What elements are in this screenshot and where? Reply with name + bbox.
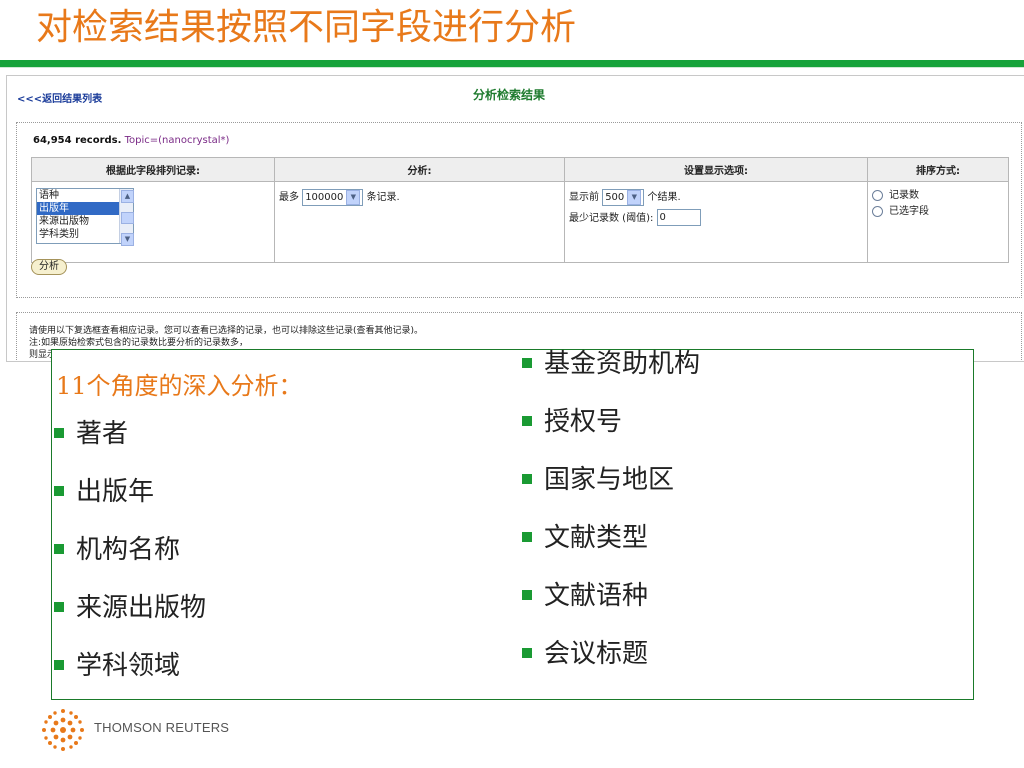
square-bullet-icon [522, 473, 532, 484]
min-records-label: 最少记录数 (阈值): [569, 212, 654, 224]
header-sort-by: 排序方式: [867, 157, 1009, 182]
analyze-count-select[interactable]: 100000 ▼ [302, 188, 364, 206]
list-item-label: 著者 [76, 419, 129, 449]
analysis-page-title: 分析检索结果 [473, 88, 546, 102]
brand-name: THOMSON REUTERS [94, 720, 230, 735]
analyze-cell: 最多 100000 ▼ 条记录. [274, 181, 565, 263]
options-table: 根据此字段排列记录: 分析: 设置显示选项: 排序方式: 语种 出版年 来源出版… [31, 157, 1009, 263]
sort-cell: 记录数 已选字段 [867, 181, 1009, 263]
list-item: 机构名称 [54, 536, 206, 594]
sort-option-field[interactable]: 已选字段 [872, 204, 1004, 220]
square-bullet-icon [522, 415, 532, 426]
radio-icon[interactable] [872, 189, 883, 201]
analyze-button[interactable]: 分析 [31, 259, 67, 275]
field-cell: 语种 出版年 来源出版物 学科类别 ▲ ▼ [31, 181, 275, 263]
field-option-subject[interactable]: 学科类别 [37, 228, 119, 241]
square-bullet-icon [522, 647, 532, 658]
analyze-prefix: 最多 [279, 192, 299, 203]
square-bullet-icon [522, 357, 532, 368]
list-item-label: 出版年 [76, 477, 155, 507]
dimensions-heading: 11个角度的深入分析： [56, 372, 303, 400]
list-item-label: 基金资助机构 [544, 349, 701, 379]
list-item-label: 授权号 [544, 407, 623, 437]
thomson-reuters-logo-icon [42, 709, 84, 751]
chevron-down-icon[interactable]: ▼ [346, 189, 361, 205]
scroll-down-icon[interactable]: ▼ [121, 233, 134, 246]
radio-icon[interactable] [872, 205, 883, 217]
analysis-screenshot: <<<返回结果列表 分析检索结果 64,954 records. Topic=(… [6, 75, 1024, 362]
chevron-down-icon[interactable]: ▼ [627, 189, 642, 205]
square-bullet-icon [54, 427, 64, 438]
list-item: 学科领域 [54, 652, 206, 710]
square-bullet-icon [54, 543, 64, 554]
show-count-select[interactable]: 500 ▼ [602, 188, 645, 206]
scroll-thumb[interactable] [121, 212, 134, 224]
title-divider [0, 60, 1024, 67]
show-suffix: 个结果. [647, 192, 681, 203]
field-listbox[interactable]: 语种 出版年 来源出版物 学科类别 ▲ ▼ [36, 188, 134, 246]
analysis-dimensions-box: 11个角度的深入分析： 著者 出版年 机构名称 来源出版物 学科领域 基金资助机… [51, 349, 974, 700]
list-item-label: 学科领域 [76, 651, 181, 681]
header-rank-field: 根据此字段排列记录: [31, 157, 275, 182]
analyze-suffix: 条记录. [366, 192, 400, 203]
list-item-label: 来源出版物 [76, 593, 207, 623]
list-item: 授权号 [522, 408, 700, 466]
title-divider-shadow [0, 67, 1024, 68]
list-item: 会议标题 [522, 640, 700, 698]
header-analyze: 分析: [274, 157, 565, 182]
list-item-label: 文献语种 [544, 581, 649, 611]
listbox-scrollbar[interactable]: ▲ ▼ [119, 189, 134, 246]
square-bullet-icon [54, 659, 64, 670]
list-item: 文献语种 [522, 582, 700, 640]
note-line-2: 注:如果原始检索式包含的记录数比要分析的记录数多， [29, 338, 249, 348]
query-text: Topic=(nanocrystal*) [124, 135, 230, 146]
dimensions-list-right: 基金资助机构 授权号 国家与地区 文献类型 文献语种 会议标题 [522, 350, 700, 698]
display-options-cell: 显示前 500 ▼ 个结果. 最少记录数 (阈值): 0 [564, 181, 868, 263]
list-item: 著者 [54, 420, 206, 478]
analysis-options-panel: 64,954 records. Topic=(nanocrystal*) 根据此… [16, 122, 1022, 298]
show-prefix: 显示前 [569, 192, 599, 203]
square-bullet-icon [522, 589, 532, 600]
slide-title: 对检索结果按照不同字段进行分析 [36, 7, 577, 48]
header-display-options: 设置显示选项: [564, 157, 868, 182]
square-bullet-icon [54, 485, 64, 496]
field-option-language[interactable]: 语种 [37, 189, 119, 202]
sort-option-count[interactable]: 记录数 [872, 188, 1004, 204]
list-item: 出版年 [54, 478, 206, 536]
list-item: 来源出版物 [54, 594, 206, 652]
sort-option-field-label: 已选字段 [889, 206, 929, 217]
back-to-results-link[interactable]: <<<返回结果列表 [17, 90, 102, 105]
square-bullet-icon [54, 601, 64, 612]
analyze-count-value: 100000 [305, 191, 344, 203]
records-count: 64,954 records. [33, 135, 122, 146]
show-count-value: 500 [605, 191, 625, 203]
list-item-label: 会议标题 [544, 639, 649, 669]
min-records-input[interactable]: 0 [656, 209, 701, 226]
list-item-label: 文献类型 [544, 523, 649, 553]
square-bullet-icon [522, 531, 532, 542]
records-summary: 64,954 records. Topic=(nanocrystal*) [33, 135, 229, 146]
list-item: 基金资助机构 [522, 350, 700, 408]
sort-option-count-label: 记录数 [889, 190, 919, 201]
list-item: 国家与地区 [522, 466, 700, 524]
dimensions-list-left: 著者 出版年 机构名称 来源出版物 学科领域 [54, 420, 206, 710]
field-option-source[interactable]: 来源出版物 [37, 215, 119, 228]
list-item-label: 国家与地区 [544, 465, 675, 495]
list-item-label: 机构名称 [76, 535, 181, 565]
scroll-up-icon[interactable]: ▲ [121, 190, 134, 203]
field-option-year[interactable]: 出版年 [37, 202, 119, 215]
list-item: 文献类型 [522, 524, 700, 582]
